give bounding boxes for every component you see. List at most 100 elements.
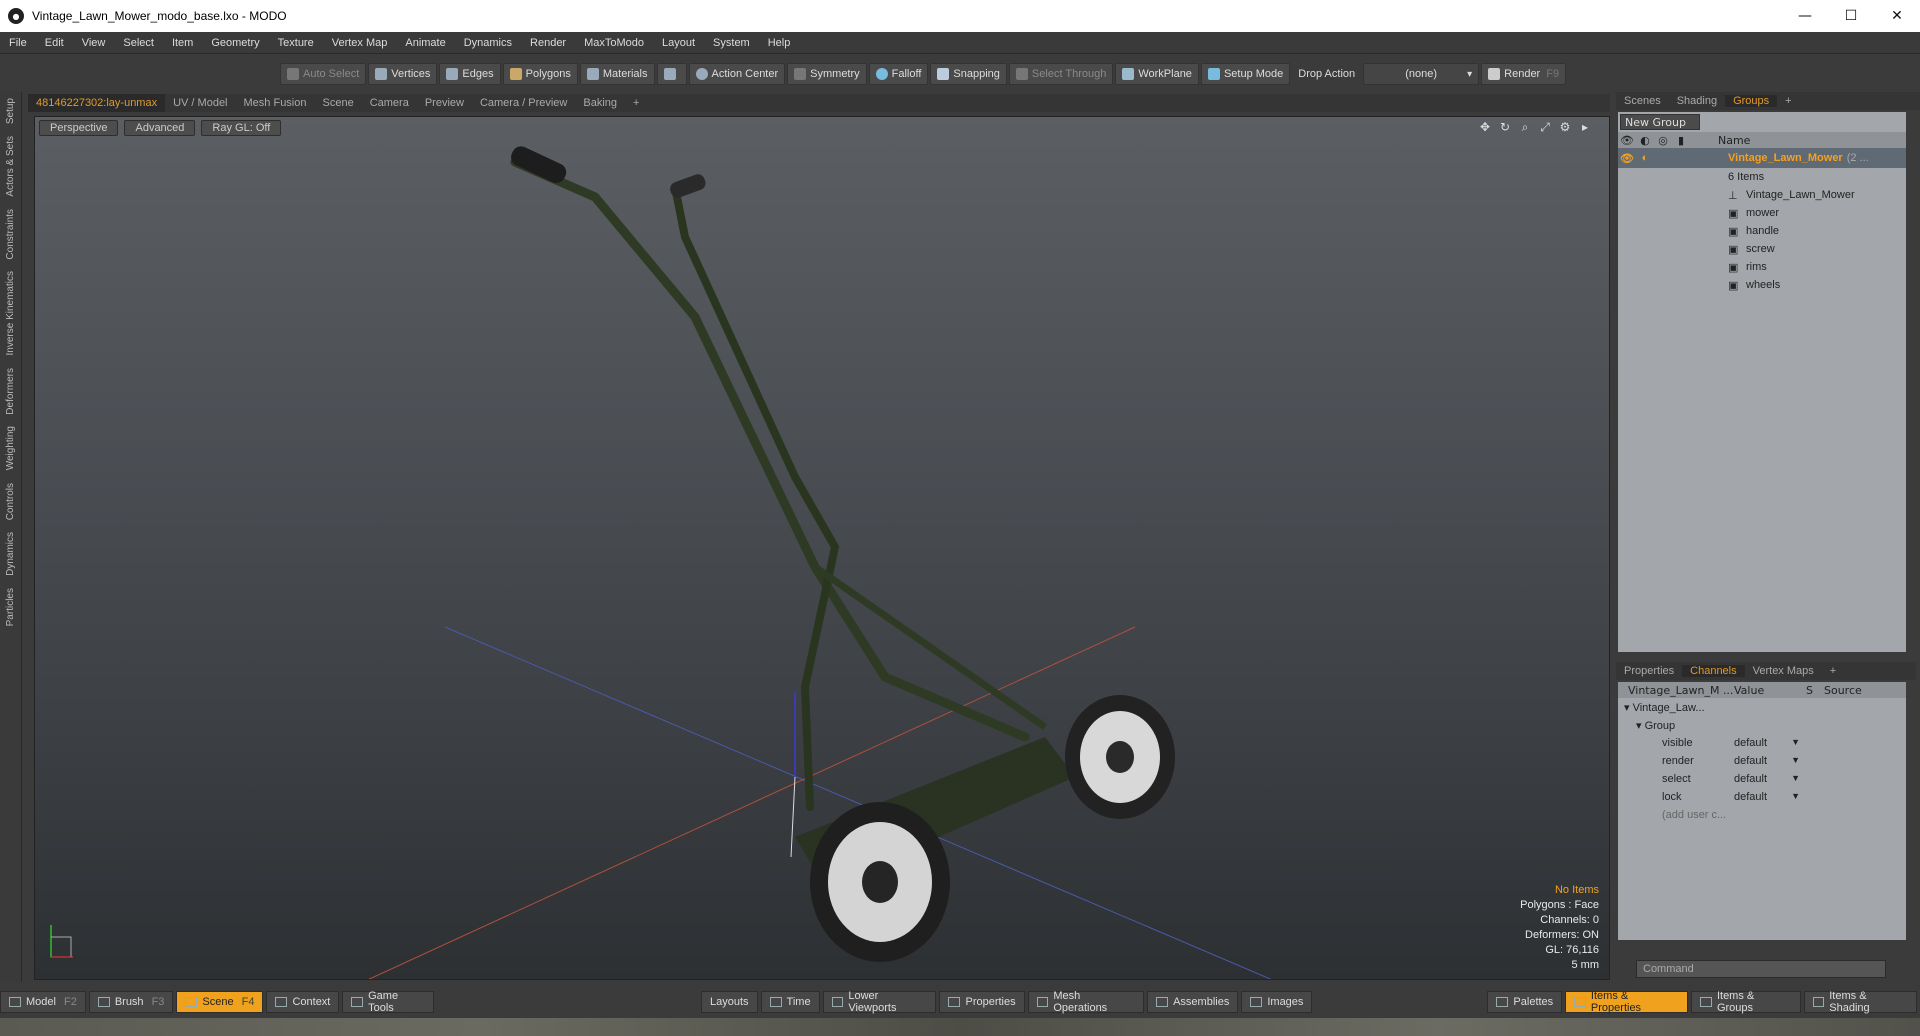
tab-mesh-fusion[interactable]: Mesh Fusion: [236, 94, 315, 112]
tab-inverse-kinematics[interactable]: Inverse Kinematics: [5, 265, 16, 361]
maximize-button[interactable]: ☐: [1828, 0, 1874, 32]
tab-baking[interactable]: Baking: [575, 94, 625, 112]
channel-row-render[interactable]: render default ▼: [1618, 752, 1906, 770]
menu-dynamics[interactable]: Dynamics: [455, 37, 521, 49]
tab-setup[interactable]: Setup: [5, 92, 16, 130]
tab-weighting[interactable]: Weighting: [5, 420, 16, 476]
symmetry-button[interactable]: Symmetry: [787, 63, 867, 85]
tab-camera[interactable]: Camera: [362, 94, 417, 112]
layout-game-tools-button[interactable]: Game Tools: [342, 990, 435, 1014]
tab-scene[interactable]: Scene: [315, 94, 362, 112]
palettes-button[interactable]: Palettes: [1487, 991, 1563, 1013]
menu-render[interactable]: Render: [521, 37, 575, 49]
new-group-button[interactable]: New Group: [1620, 114, 1700, 130]
channel-value-select[interactable]: default ▼: [1734, 791, 1806, 803]
tab-actors-sets[interactable]: Actors & Sets: [5, 130, 16, 203]
auto-select-button[interactable]: Auto Select: [280, 63, 367, 85]
drop-action-label: Drop Action: [1298, 68, 1356, 80]
grid-scale: 5 mm: [1571, 959, 1600, 971]
menu-view[interactable]: View: [73, 37, 115, 49]
menu-geometry[interactable]: Geometry: [202, 37, 268, 49]
polygons-button[interactable]: Polygons: [502, 63, 578, 85]
tab-dynamics[interactable]: Dynamics: [5, 526, 16, 582]
tab-controls[interactable]: Controls: [5, 477, 16, 526]
materials-button[interactable]: Materials: [579, 63, 655, 85]
falloff-button[interactable]: Falloff: [868, 63, 929, 85]
tab-channels[interactable]: Channels: [1682, 665, 1745, 677]
menu-file[interactable]: File: [0, 37, 36, 49]
layout-model-button[interactable]: Model F2: [0, 991, 86, 1013]
edges-button[interactable]: Edges: [439, 63, 501, 85]
component-mode-button[interactable]: [656, 63, 687, 85]
layout-scene-button[interactable]: Scene F4: [176, 991, 264, 1013]
add-tab-button[interactable]: +: [625, 94, 647, 112]
layout-context-button[interactable]: Context: [266, 991, 340, 1013]
menu-texture[interactable]: Texture: [269, 37, 323, 49]
tab-layout-unmax[interactable]: 48146227302:lay-unmax: [28, 94, 166, 112]
tab-scenes[interactable]: Scenes: [1616, 95, 1669, 107]
group-child-screw[interactable]: ▣ screw: [1618, 240, 1906, 258]
close-button[interactable]: ✕: [1874, 0, 1920, 32]
group-row-main[interactable]: 👁 ◐ Vintage_Lawn_Mower (2 ...: [1618, 148, 1906, 168]
menu-item[interactable]: Item: [163, 37, 202, 49]
group-child-handle[interactable]: ▣ handle: [1618, 222, 1906, 240]
items-shading-button[interactable]: Items & Shading: [1803, 990, 1917, 1014]
action-center-button[interactable]: Action Center: [688, 63, 786, 85]
mesh-operations-button[interactable]: Mesh Operations: [1027, 990, 1145, 1014]
channels-group-row[interactable]: ▾ Group: [1618, 716, 1906, 734]
render-button[interactable]: Render F9: [1481, 63, 1567, 85]
minimize-button[interactable]: —: [1782, 0, 1828, 32]
menu-layout[interactable]: Layout: [653, 37, 704, 49]
tab-groups[interactable]: Groups: [1725, 95, 1778, 107]
menu-maxtomodo[interactable]: MaxToModo: [575, 37, 653, 49]
channel-row-visible[interactable]: visible default ▼: [1618, 734, 1906, 752]
layout-brush-button[interactable]: Brush F3: [88, 991, 174, 1013]
layouts-button[interactable]: Layouts: [701, 991, 758, 1013]
menu-system[interactable]: System: [704, 37, 759, 49]
tab-deformers[interactable]: Deformers: [5, 362, 16, 421]
channel-row-lock[interactable]: lock default ▼: [1618, 788, 1906, 806]
tab-particles[interactable]: Particles: [5, 582, 16, 632]
channel-value-select[interactable]: default ▼: [1734, 773, 1806, 785]
channels-root-row[interactable]: ▾ Vintage_Law...: [1618, 698, 1906, 716]
tab-camera-preview[interactable]: Camera / Preview: [472, 94, 575, 112]
group-child-root[interactable]: ⊥ Vintage_Lawn_Mower: [1618, 186, 1906, 204]
select-through-button[interactable]: Select Through: [1008, 63, 1114, 85]
menu-edit[interactable]: Edit: [36, 37, 73, 49]
menu-help[interactable]: Help: [759, 37, 800, 49]
tab-shading[interactable]: Shading: [1669, 95, 1725, 107]
command-input[interactable]: Command: [1636, 960, 1886, 978]
channel-value-select[interactable]: default ▼: [1734, 755, 1806, 767]
tab-vertex-maps[interactable]: Vertex Maps: [1745, 665, 1822, 677]
vertices-button[interactable]: Vertices: [368, 63, 438, 85]
group-child-rims[interactable]: ▣ rims: [1618, 258, 1906, 276]
snapping-button[interactable]: Snapping: [930, 63, 1007, 85]
drop-action-select[interactable]: (none): [1363, 63, 1480, 85]
menu-animate[interactable]: Animate: [396, 37, 454, 49]
render-toggle-icon[interactable]: ◐: [1636, 152, 1654, 165]
tab-constraints[interactable]: Constraints: [5, 203, 16, 266]
group-child-wheels[interactable]: ▣ wheels: [1618, 276, 1906, 294]
visibility-toggle-icon[interactable]: 👁: [1618, 152, 1636, 165]
time-button[interactable]: Time: [760, 991, 820, 1013]
add-user-channel-row[interactable]: (add user c...: [1618, 806, 1906, 824]
menu-vertex-map[interactable]: Vertex Map: [323, 37, 397, 49]
add-bottom-tab-button[interactable]: +: [1822, 665, 1844, 677]
items-groups-button[interactable]: Items & Groups: [1691, 990, 1801, 1014]
group-child-mower[interactable]: ▣ mower: [1618, 204, 1906, 222]
assemblies-button[interactable]: Assemblies: [1147, 991, 1239, 1013]
tab-properties[interactable]: Properties: [1616, 665, 1682, 677]
add-right-tab-button[interactable]: +: [1777, 95, 1799, 107]
items-properties-button[interactable]: Items & Properties: [1565, 990, 1689, 1014]
workplane-button[interactable]: WorkPlane: [1115, 63, 1199, 85]
menu-select[interactable]: Select: [114, 37, 163, 49]
channel-value-select[interactable]: default ▼: [1734, 737, 1806, 749]
3d-viewport[interactable]: Perspective Advanced Ray GL: Off ✥ ↻ ⌕ ⤢…: [34, 116, 1610, 980]
images-button[interactable]: Images: [1241, 991, 1313, 1013]
tab-uv-model[interactable]: UV / Model: [165, 94, 235, 112]
lower-viewports-button[interactable]: Lower Viewports: [822, 990, 937, 1014]
setup-mode-button[interactable]: Setup Mode: [1200, 63, 1291, 85]
channel-row-select[interactable]: select default ▼: [1618, 770, 1906, 788]
tab-preview[interactable]: Preview: [417, 94, 472, 112]
properties-button[interactable]: Properties: [939, 991, 1025, 1013]
